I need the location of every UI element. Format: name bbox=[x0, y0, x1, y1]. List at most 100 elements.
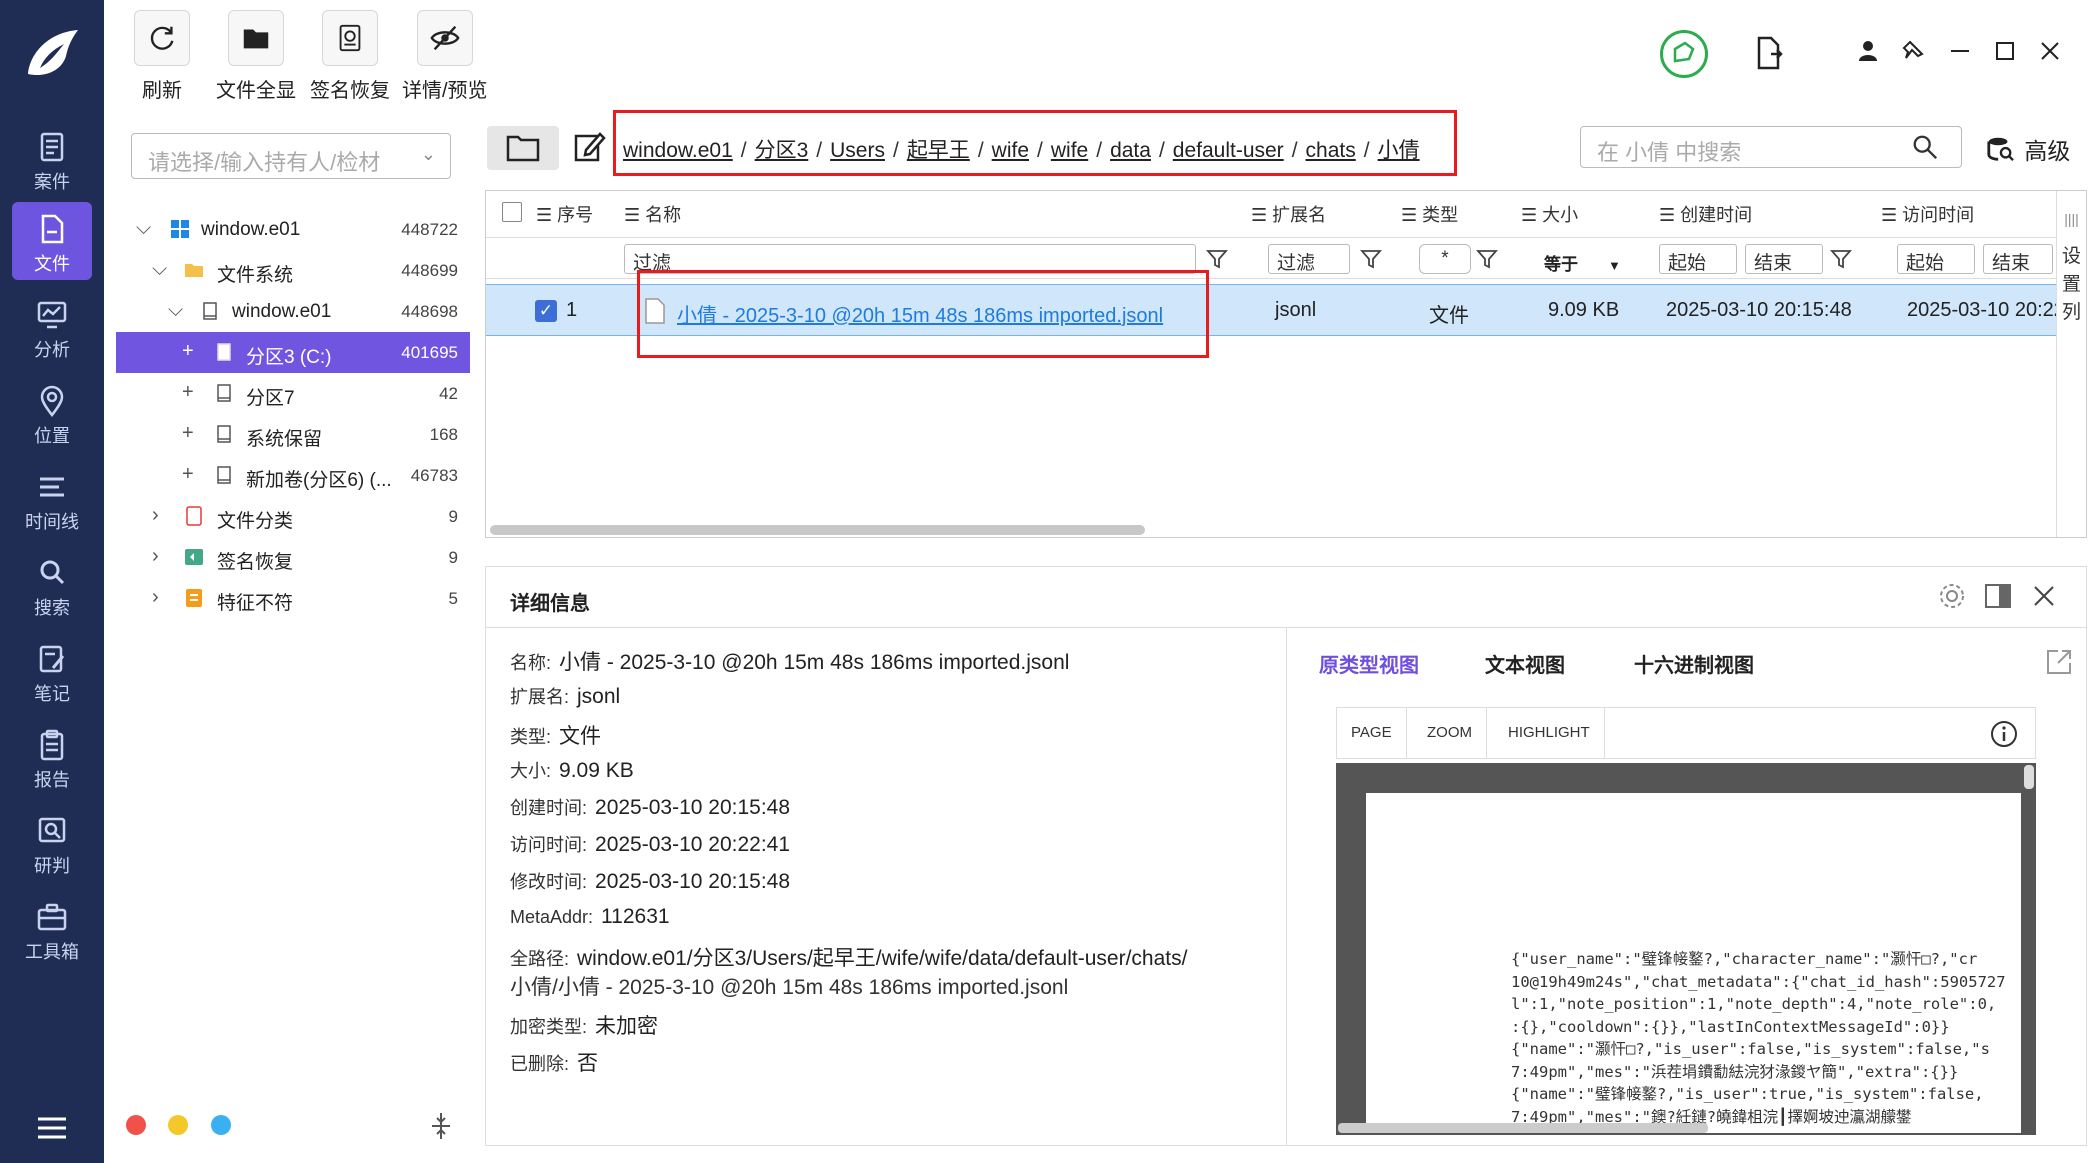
export-file-icon[interactable] bbox=[1753, 36, 1785, 70]
close-panel-icon[interactable] bbox=[2029, 581, 2059, 611]
tree-item-new-volume[interactable]: + 新加卷(分区6) (... 46783 bbox=[116, 455, 470, 496]
hamburger-menu-icon[interactable] bbox=[34, 1113, 70, 1143]
partition-icon bbox=[217, 384, 231, 402]
nav-analysis[interactable]: 分析 bbox=[12, 288, 92, 366]
plus-icon[interactable]: + bbox=[182, 422, 194, 445]
tree-item-partition7[interactable]: + 分区7 42 bbox=[116, 373, 470, 414]
nav-label: 分析 bbox=[34, 340, 70, 360]
timeline-icon bbox=[40, 477, 64, 497]
detail-preview-button[interactable]: 详情/预览 bbox=[402, 10, 488, 103]
prop-metaaddr: MetaAddr: 112631 bbox=[510, 905, 670, 928]
chevron-down-icon: ⌄ bbox=[420, 144, 436, 164]
plus-icon[interactable]: + bbox=[182, 381, 194, 404]
created-start-input[interactable]: 起始 bbox=[1659, 244, 1737, 274]
search-icon bbox=[40, 560, 65, 585]
nav-timeline[interactable]: 时间线 bbox=[12, 460, 92, 538]
signature-recover-button[interactable]: 签名恢复 bbox=[310, 10, 390, 103]
ext-filter-input[interactable]: 过滤 bbox=[1268, 244, 1350, 274]
chevron-down-icon[interactable]: ⌵ bbox=[152, 258, 167, 281]
select-all-checkbox[interactable] bbox=[502, 202, 522, 222]
advanced-search-button[interactable]: 高级 bbox=[1986, 132, 2070, 166]
type-filter-input[interactable]: * bbox=[1419, 244, 1471, 274]
nav-search[interactable]: 搜索 bbox=[12, 546, 92, 624]
tree-item-filesystem[interactable]: ⌵ 文件系统 448699 bbox=[116, 250, 470, 291]
folder-search-input[interactable]: 在 小倩 中搜索 bbox=[1580, 126, 1962, 168]
col-header-ext[interactable]: ☰ 扩展名 bbox=[1251, 201, 1326, 227]
pin-icon[interactable] bbox=[1898, 36, 1928, 66]
analysis-icon bbox=[37, 301, 67, 329]
tree-item-signature-recover[interactable]: › 签名恢复 9 bbox=[116, 537, 470, 578]
tree-item-file-category[interactable]: › 文件分类 9 bbox=[116, 496, 470, 537]
chevron-down-icon[interactable]: ⌵ bbox=[168, 299, 183, 322]
tree-item-partition3[interactable]: + 分区3 (C:) 401695 bbox=[116, 332, 470, 373]
maximize-icon[interactable] bbox=[1990, 36, 2020, 66]
nav-file[interactable]: 文件 bbox=[12, 202, 92, 280]
status-shield-icon[interactable] bbox=[1660, 30, 1708, 78]
accessed-end-input[interactable]: 结束 bbox=[1983, 244, 2053, 274]
col-header-created[interactable]: ☰ 创建时间 bbox=[1659, 201, 1752, 227]
user-icon[interactable] bbox=[1853, 36, 1883, 66]
preview-vscroll[interactable] bbox=[2024, 765, 2034, 789]
chevron-right-icon[interactable]: › bbox=[152, 545, 159, 568]
prop-fullpath-cont: 小倩/小倩 - 2025-3-10 @20h 15m 48s 186ms imp… bbox=[510, 976, 1069, 999]
external-open-icon[interactable] bbox=[2044, 647, 2074, 677]
tab-native-view[interactable]: 原类型视图 bbox=[1319, 649, 1419, 678]
filter-icon[interactable] bbox=[1476, 248, 1498, 270]
yellow-dot-icon[interactable] bbox=[168, 1115, 188, 1135]
tree-item-disk[interactable]: ⌵ window.e01 448698 bbox=[116, 291, 470, 332]
created-end-input[interactable]: 结束 bbox=[1745, 244, 1823, 274]
preview-hscroll[interactable] bbox=[1338, 1123, 1708, 1133]
nav-report[interactable]: 报告 bbox=[12, 718, 92, 796]
plus-icon[interactable]: + bbox=[182, 340, 194, 363]
col-header-type[interactable]: ☰ 类型 bbox=[1401, 201, 1458, 227]
col-header-accessed[interactable]: ☰ 访问时间 bbox=[1881, 201, 1974, 227]
tab-hex-view[interactable]: 十六进制视图 bbox=[1634, 649, 1754, 678]
tree-item-image[interactable]: ⌵ window.e01 448722 bbox=[116, 209, 470, 250]
row-checkbox[interactable]: ✓ bbox=[535, 300, 557, 322]
nav-case[interactable]: 案件 bbox=[12, 120, 92, 198]
tab-text-view[interactable]: 文本视图 bbox=[1485, 649, 1565, 678]
nav-location[interactable]: 位置 bbox=[12, 374, 92, 452]
plus-icon[interactable]: + bbox=[182, 463, 194, 486]
chevron-down-icon[interactable]: ⌵ bbox=[136, 217, 151, 240]
split-view-icon[interactable] bbox=[1983, 581, 2013, 611]
edit-path-icon[interactable] bbox=[572, 130, 606, 164]
nav-judge[interactable]: 研判 bbox=[12, 804, 92, 882]
tree-item-system-reserved[interactable]: + 系统保留 168 bbox=[116, 414, 470, 455]
close-icon[interactable] bbox=[2035, 36, 2065, 66]
minimize-icon[interactable] bbox=[1945, 36, 1975, 66]
file-table: ☰ 序号 ☰ 名称 ☰ 扩展名 ☰ 类型 ☰ 大小 ☰ 创建时间 ☰ 访问时间 … bbox=[485, 190, 2087, 538]
size-compare-select[interactable]: 等于 ▼ bbox=[1544, 250, 1621, 275]
red-dot-icon[interactable] bbox=[126, 1115, 146, 1135]
nav-label: 研判 bbox=[34, 856, 70, 876]
col-header-index[interactable]: ☰ 序号 bbox=[536, 201, 593, 227]
tree-item-feature-mismatch[interactable]: › 特征不符 5 bbox=[116, 578, 470, 619]
document-preview: {"user_name":"璧锋帹鐜?,"character_name":"灏忓… bbox=[1336, 763, 2036, 1135]
blue-dot-icon[interactable] bbox=[211, 1115, 231, 1135]
chevron-right-icon[interactable]: › bbox=[152, 586, 159, 609]
holder-select[interactable]: 请选择/输入持有人/检材 ⌄ bbox=[131, 133, 451, 179]
nav-toolbox[interactable]: 工具箱 bbox=[12, 890, 92, 968]
horizontal-scrollbar[interactable] bbox=[490, 525, 1145, 535]
filter-icon[interactable] bbox=[1360, 248, 1382, 270]
filter-icon[interactable] bbox=[1206, 248, 1228, 270]
refresh-button[interactable]: 刷新 bbox=[134, 10, 190, 103]
page-tool-button[interactable]: PAGE bbox=[1337, 708, 1407, 758]
settings-gear-icon[interactable] bbox=[1937, 581, 1967, 611]
tree-label: 文件系统 bbox=[217, 265, 294, 286]
col-header-name[interactable]: ☰ 名称 bbox=[624, 201, 681, 227]
zoom-tool-button[interactable]: ZOOM bbox=[1413, 708, 1487, 758]
col-header-size[interactable]: ☰ 大小 bbox=[1521, 201, 1578, 227]
folder-view-button[interactable] bbox=[487, 126, 559, 170]
chevron-right-icon[interactable]: › bbox=[152, 504, 159, 527]
column-settings-button[interactable]: |||| 设置列 bbox=[2056, 191, 2086, 537]
highlight-tool-button[interactable]: HIGHLIGHT bbox=[1494, 708, 1605, 758]
collapse-tree-icon[interactable] bbox=[428, 1111, 454, 1141]
annotation-box-path bbox=[613, 110, 1457, 176]
show-all-files-button[interactable]: 文件全显 bbox=[216, 10, 296, 103]
tree-label: 分区7 bbox=[246, 388, 295, 409]
accessed-start-input[interactable]: 起始 bbox=[1897, 244, 1975, 274]
nav-notes[interactable]: 笔记 bbox=[12, 632, 92, 710]
info-icon[interactable] bbox=[1989, 719, 2019, 749]
filter-icon[interactable] bbox=[1830, 248, 1852, 270]
